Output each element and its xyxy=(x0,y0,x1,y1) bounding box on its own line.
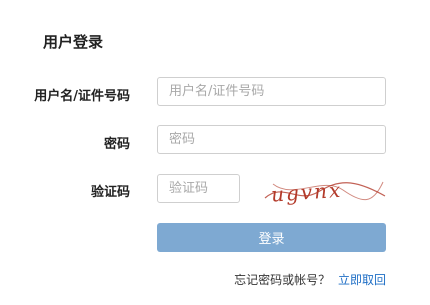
captcha-label: 验证码 xyxy=(90,185,130,200)
recover-link[interactable]: 立即取回 xyxy=(338,273,386,287)
captcha-text: ugvnx xyxy=(270,178,343,207)
captcha-image[interactable]: ugvnx xyxy=(263,170,387,210)
login-panel: 用户登录 用户名/证件号码 密码 验证码 ugvnx 登录 忘记密码或帐号？ 立… xyxy=(0,0,430,305)
password-label: 密码 xyxy=(103,137,130,152)
forgot-text: 忘记密码或帐号？ xyxy=(234,273,331,287)
username-label: 用户名/证件号码 xyxy=(34,89,130,104)
username-input[interactable] xyxy=(157,77,386,106)
forgot-row: 忘记密码或帐号？ 立即取回 xyxy=(234,271,386,288)
page-title: 用户登录 xyxy=(43,33,104,51)
login-button[interactable]: 登录 xyxy=(157,223,386,252)
captcha-input[interactable] xyxy=(157,174,240,203)
password-input[interactable] xyxy=(157,125,386,154)
